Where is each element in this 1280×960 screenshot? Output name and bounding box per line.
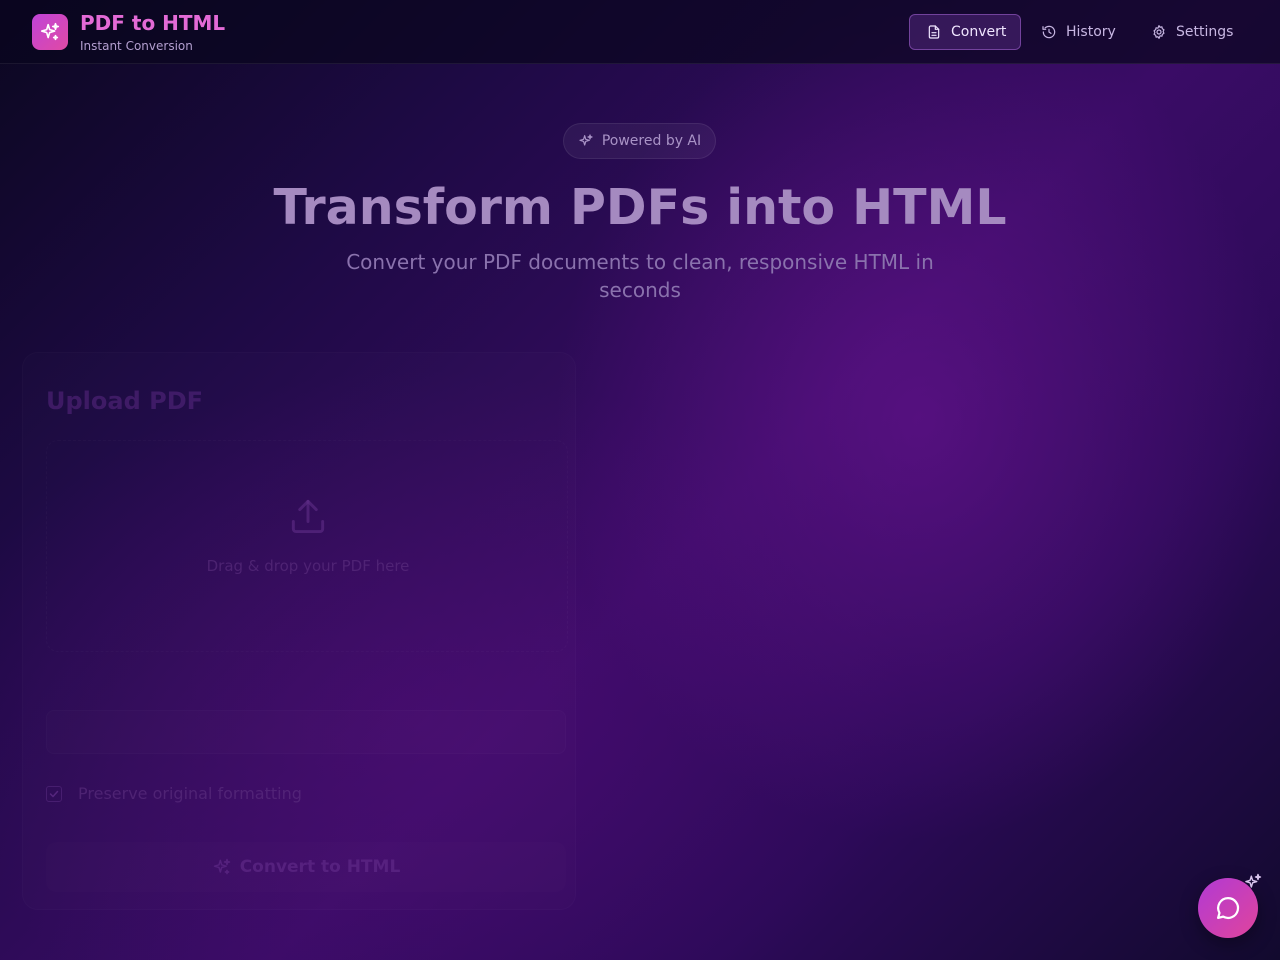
nav-history-label: History xyxy=(1066,24,1116,40)
gear-icon xyxy=(1151,24,1167,40)
powered-by-ai-badge: Powered by AI xyxy=(563,123,716,159)
upload-card-title: Upload PDF xyxy=(46,387,204,415)
convert-button-label: Convert to HTML xyxy=(239,857,401,877)
app-subtitle: Instant Conversion xyxy=(80,39,193,53)
preserve-formatting-label: Preserve original formatting xyxy=(78,784,302,803)
history-icon xyxy=(1041,24,1057,40)
chat-bubble-icon xyxy=(1216,896,1240,920)
nav-history-button[interactable]: History xyxy=(1025,14,1133,50)
hero-subtitle: Convert your PDF documents to clean, res… xyxy=(346,250,934,302)
sparkles-icon xyxy=(578,133,594,149)
dropzone-text: Drag & drop your PDF here xyxy=(206,557,410,575)
app-header: PDF to HTML Instant Conversion Convert H… xyxy=(0,0,1280,64)
nav-convert-button[interactable]: Convert xyxy=(909,14,1021,50)
output-field[interactable] xyxy=(46,710,566,754)
badge-label: Powered by AI xyxy=(601,133,702,149)
convert-to-html-button[interactable]: Convert to HTML xyxy=(46,842,566,892)
hero-title: Transform PDFs into HTML xyxy=(273,179,1007,236)
file-text-icon xyxy=(926,24,942,40)
pdf-dropzone[interactable] xyxy=(46,440,568,652)
app-title: PDF to HTML xyxy=(80,11,226,35)
check-icon xyxy=(49,790,59,798)
nav-settings-label: Settings xyxy=(1176,24,1234,40)
sparkles-icon xyxy=(212,857,232,877)
sparkles-icon xyxy=(1245,873,1262,888)
preserve-formatting-checkbox[interactable] xyxy=(46,786,62,802)
sparkles-icon xyxy=(40,22,60,41)
nav-settings-button[interactable]: Settings xyxy=(1135,14,1250,50)
nav-convert-label: Convert xyxy=(951,24,1007,40)
upload-icon xyxy=(291,499,325,534)
app-logo[interactable] xyxy=(32,14,68,50)
